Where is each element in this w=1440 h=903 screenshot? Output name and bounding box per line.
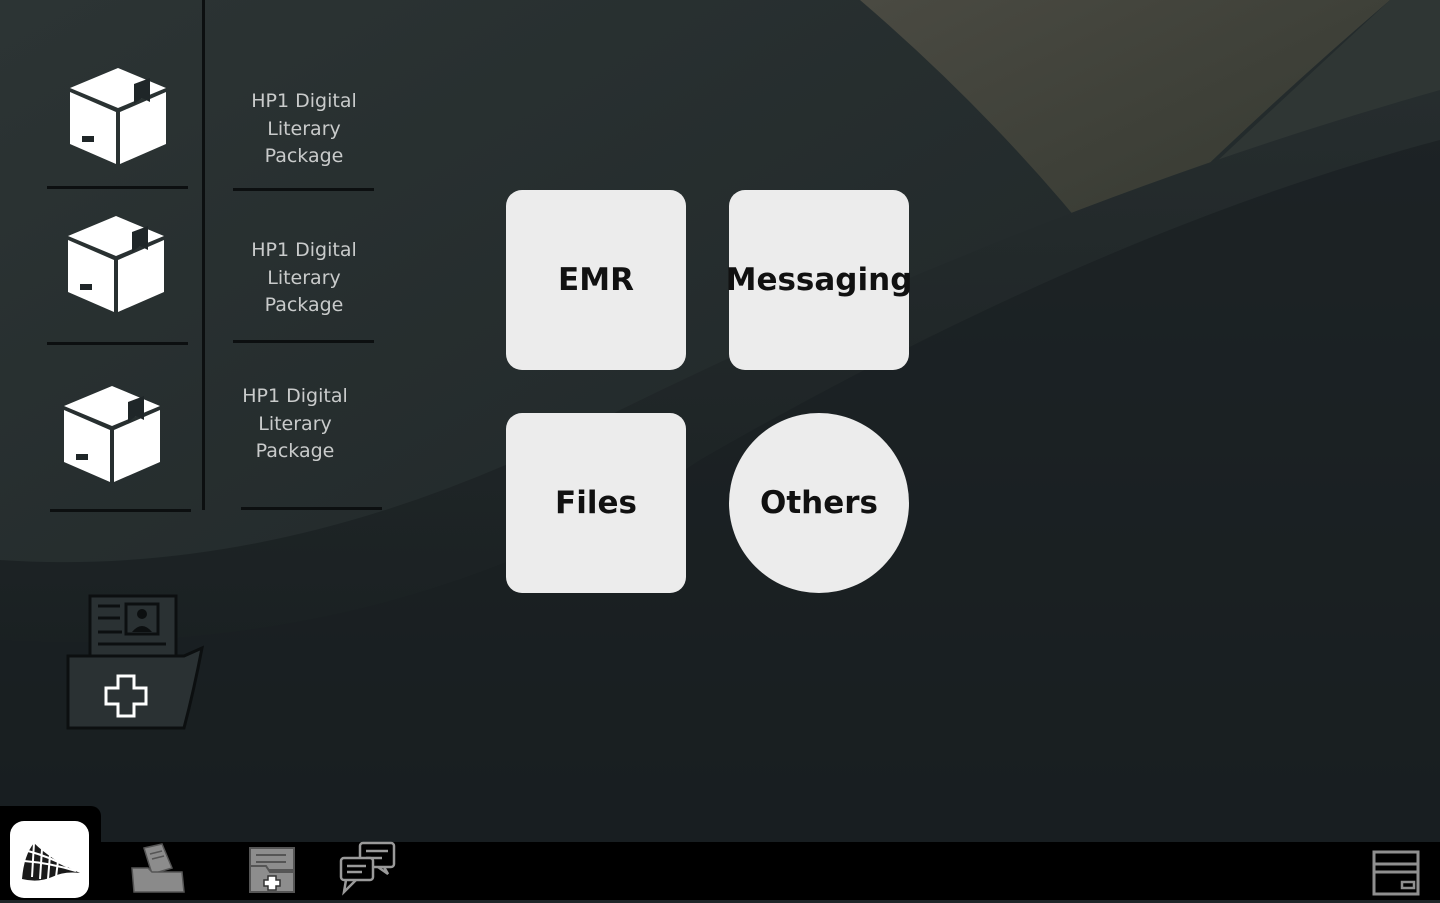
wallpaper bbox=[0, 0, 1440, 842]
divider bbox=[233, 340, 374, 343]
package-box-icon[interactable] bbox=[68, 64, 168, 164]
medical-records-folder-icon[interactable] bbox=[62, 590, 207, 735]
divider bbox=[50, 509, 191, 512]
others-tile[interactable]: Others bbox=[729, 413, 909, 593]
divider bbox=[241, 507, 382, 510]
divider bbox=[233, 188, 374, 191]
package-label[interactable]: HP1 Digital Literary Package bbox=[234, 88, 374, 171]
chat-icon[interactable] bbox=[338, 840, 398, 896]
desktop: HP1 Digital Literary Package HP1 Digital… bbox=[0, 0, 1440, 842]
package-box-icon[interactable] bbox=[66, 212, 166, 312]
column-divider bbox=[202, 0, 205, 510]
emr-tile[interactable]: EMR bbox=[506, 190, 686, 370]
taskbar bbox=[0, 842, 1440, 900]
start-button[interactable] bbox=[10, 821, 89, 898]
package-label[interactable]: HP1 Digital Literary Package bbox=[234, 237, 374, 320]
divider bbox=[47, 342, 188, 345]
package-box-icon[interactable] bbox=[62, 382, 162, 482]
medical-card-icon[interactable] bbox=[246, 846, 298, 896]
archive-box-icon[interactable] bbox=[1372, 850, 1420, 896]
divider bbox=[47, 186, 188, 189]
files-folder-icon[interactable] bbox=[128, 842, 186, 896]
files-tile[interactable]: Files bbox=[506, 413, 686, 593]
messaging-tile[interactable]: Messaging bbox=[726, 190, 912, 370]
start-logo-icon bbox=[22, 842, 80, 881]
package-label[interactable]: HP1 Digital Literary Package bbox=[225, 383, 365, 466]
